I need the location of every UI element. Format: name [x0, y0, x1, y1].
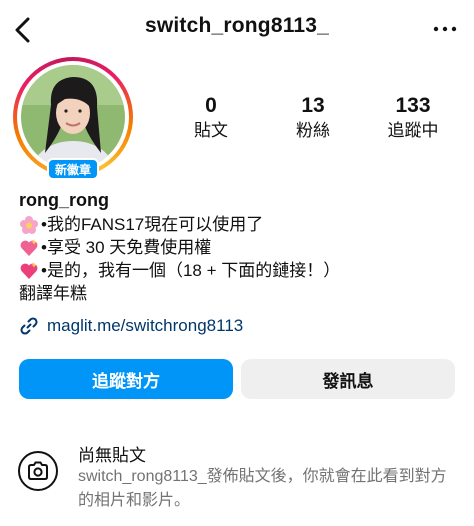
stat-posts[interactable]: 0 貼文	[166, 94, 256, 142]
profile-link[interactable]: maglit.me/switchrong8113	[19, 316, 243, 336]
link-icon	[20, 317, 38, 335]
more-options-button[interactable]	[430, 14, 460, 44]
sparkle-heart-emoji-icon	[20, 261, 38, 279]
avatar	[21, 65, 125, 169]
stat-followers[interactable]: 13 粉絲	[268, 94, 358, 142]
stat-following[interactable]: 133 追蹤中	[368, 94, 458, 142]
sparkle-heart-emoji-icon	[20, 238, 38, 256]
camera-icon	[18, 451, 58, 491]
follow-button[interactable]: 追蹤對方	[19, 359, 233, 399]
bio-line: •是的，我有一個（18 + 下面的鏈接！）	[19, 259, 340, 282]
bio: •我的FANS17現在可以使用了 •享受 30 天免費使用權 •是的，我有一個（…	[19, 213, 340, 305]
flower-emoji-icon	[20, 215, 38, 234]
bio-line: •享受 30 天免費使用權	[19, 236, 340, 259]
empty-state-title: 尚無貼文	[78, 446, 146, 465]
display-name: rong_rong	[19, 190, 109, 210]
translate-link[interactable]: 翻譯年糕	[19, 282, 340, 305]
empty-state-text: switch_rong8113_發佈貼文後，你就會在此看到對方的相片和影片。	[78, 468, 447, 509]
new-badge[interactable]: 新徽章	[47, 158, 99, 180]
message-button[interactable]: 發訊息	[241, 359, 455, 399]
top-bar: switch_rong8113_	[0, 0, 474, 60]
more-icon	[433, 26, 457, 32]
page-title: switch_rong8113_	[144, 14, 330, 37]
bio-line: •我的FANS17現在可以使用了	[19, 213, 340, 236]
